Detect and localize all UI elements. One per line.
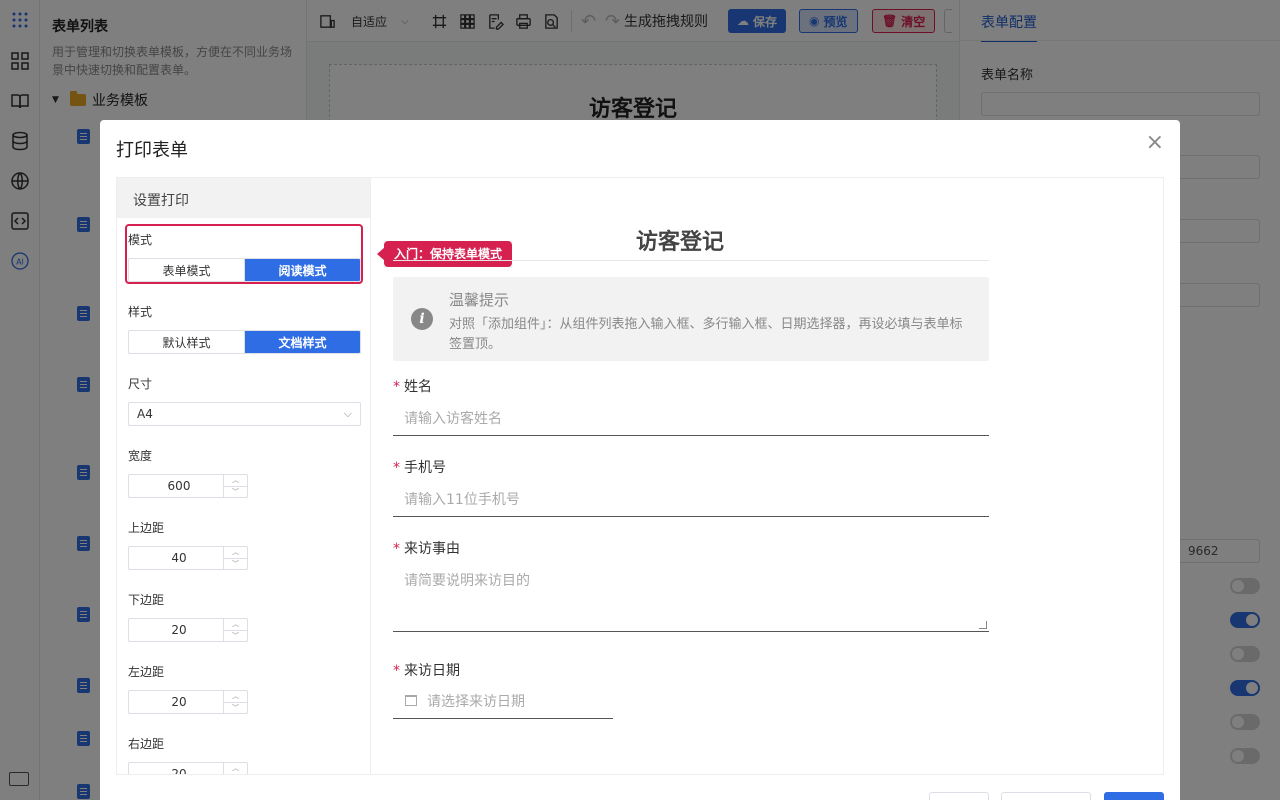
- left-margin-stepper[interactable]: 20 ︿ ﹀: [128, 690, 248, 714]
- top-margin-label: 上边距: [128, 521, 165, 535]
- name-input[interactable]: 请输入访客姓名: [393, 400, 989, 436]
- print-form-modal: 打印表单 × 设置打印 模式 表单模式 阅读模式 样式 默认样式 文档样式 尺寸…: [100, 120, 1180, 800]
- chevron-down-icon[interactable]: ﹀: [224, 629, 247, 642]
- style-option-default[interactable]: 默认样式: [129, 331, 244, 353]
- style-label: 样式: [128, 305, 153, 319]
- print-settings-header: 设置打印: [117, 178, 371, 218]
- notice-title: 温馨提示: [449, 291, 510, 309]
- chevron-up-icon[interactable]: ︿: [224, 619, 247, 630]
- app-root: AI 表单列表 用于管理和切换表单模板，方便在不同业务场景中快速切换和配置表单。…: [0, 0, 1280, 800]
- chevron-up-icon[interactable]: ︿: [224, 547, 247, 558]
- right-margin-stepper[interactable]: 20 ︿﹀: [128, 762, 248, 775]
- right-margin-value: 20: [171, 767, 187, 775]
- chevron-down-icon[interactable]: ﹀: [224, 557, 247, 570]
- stepper-arrows: ︿﹀: [223, 619, 247, 641]
- bottom-margin-value: 20: [171, 623, 187, 637]
- preview-form-title: 访客登记: [635, 230, 724, 255]
- left-margin-label: 左边距: [128, 665, 165, 679]
- print-preview-pane: 访客登记 i 温馨提示 对照「添加组件」：从组件列表拖入输入框、多行输入框、日期…: [370, 177, 1164, 775]
- chevron-up-icon[interactable]: ︿: [224, 475, 247, 486]
- stepper-arrows: ︿﹀: [223, 691, 247, 713]
- chevron-up-icon[interactable]: ︿: [224, 691, 247, 702]
- required-mark: *: [393, 663, 400, 679]
- notice-body: 对照「添加组件」：从组件列表拖入输入框、多行输入框、日期选择器，再设必填与表单标…: [449, 317, 963, 352]
- field-label-reason: * 来访事由: [393, 538, 460, 558]
- bottom-margin-stepper[interactable]: 20 ︿ ﹀: [128, 618, 248, 642]
- stepper-arrows: ︿﹀: [223, 763, 247, 774]
- chevron-up-icon[interactable]: ︿: [224, 763, 247, 774]
- required-mark: *: [393, 541, 400, 557]
- required-mark: *: [393, 460, 400, 476]
- field-label-date: * 来访日期: [393, 660, 460, 680]
- reason-placeholder: 请简要说明来访目的: [404, 573, 530, 589]
- stepper-arrows: ︿﹀: [223, 547, 247, 569]
- field-label-text: 来访事由: [404, 541, 460, 557]
- chevron-down-icon[interactable]: ﹀: [224, 485, 247, 498]
- field-label-text: 手机号: [404, 460, 446, 476]
- phone-input[interactable]: 请输入11位手机号: [393, 481, 989, 517]
- footer-button[interactable]: [1001, 792, 1091, 800]
- right-margin-label: 右边距: [128, 737, 165, 751]
- size-select[interactable]: A4 ⌵: [128, 402, 361, 426]
- modal-title: 打印表单: [116, 140, 188, 161]
- width-value: 600: [167, 479, 191, 493]
- resize-handle-icon[interactable]: [979, 621, 987, 629]
- top-margin-stepper[interactable]: 40 ︿ ﹀: [128, 546, 248, 570]
- confirm-button[interactable]: [1104, 792, 1164, 800]
- style-segmented: 默认样式 文档样式: [128, 330, 361, 354]
- stepper-arrows: ︿﹀: [223, 475, 247, 497]
- title-divider: [393, 260, 989, 261]
- reason-textarea[interactable]: 请简要说明来访目的: [393, 562, 989, 632]
- date-placeholder: 请选择来访日期: [427, 694, 525, 710]
- field-label-name: * 姓名: [393, 376, 432, 396]
- chevron-down-icon[interactable]: ﹀: [224, 701, 247, 714]
- date-picker[interactable]: 请选择来访日期: [393, 683, 613, 719]
- chevron-down-icon[interactable]: ﹀: [224, 773, 247, 774]
- bottom-margin-label: 下边距: [128, 593, 165, 607]
- info-icon: i: [411, 308, 433, 330]
- mode-highlight-box: [125, 224, 363, 284]
- width-label: 宽度: [128, 449, 153, 463]
- field-label-text: 姓名: [404, 379, 432, 395]
- width-stepper[interactable]: 600 ︿ ﹀: [128, 474, 248, 498]
- required-mark: *: [393, 379, 400, 395]
- size-value: A4: [137, 407, 153, 421]
- left-margin-value: 20: [171, 695, 187, 709]
- notice-box: i 温馨提示 对照「添加组件」：从组件列表拖入输入框、多行输入框、日期选择器，再…: [393, 277, 989, 361]
- size-label: 尺寸: [128, 377, 153, 391]
- close-icon[interactable]: ×: [1146, 132, 1164, 154]
- footer-button[interactable]: [929, 792, 989, 800]
- field-label-text: 来访日期: [404, 663, 460, 679]
- style-option-doc[interactable]: 文档样式: [244, 331, 360, 353]
- field-label-phone: * 手机号: [393, 457, 446, 477]
- calendar-icon: [405, 695, 417, 706]
- chevron-down-icon: ⌵: [343, 407, 352, 420]
- top-margin-value: 40: [171, 551, 187, 565]
